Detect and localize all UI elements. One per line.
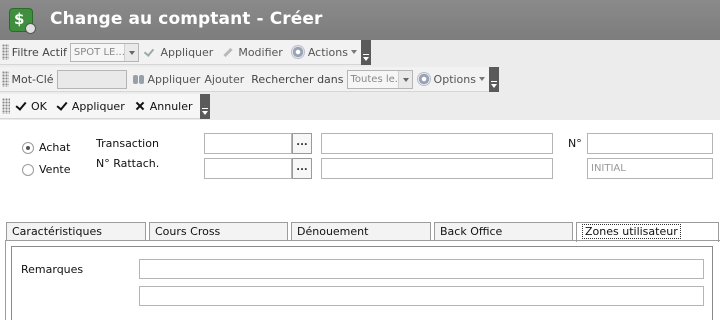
search-in-select[interactable]: Toutes le...: [346, 69, 413, 89]
modify-button[interactable]: Modifier: [221, 45, 282, 59]
radio-button-icon: [22, 163, 34, 176]
toolbar-overflow-button[interactable]: [361, 40, 371, 65]
tab-label: Back Office: [440, 225, 503, 238]
radio-sell[interactable]: Vente: [22, 163, 71, 176]
transaction-description[interactable]: [321, 133, 553, 154]
tab-label: Dénouement: [297, 225, 369, 238]
check-icon: [14, 99, 28, 113]
radio-buy[interactable]: Achat: [22, 141, 70, 154]
number-label: N°: [568, 137, 582, 150]
transaction-label: Transaction: [96, 137, 159, 150]
actions-label: Actions: [307, 45, 348, 59]
ok-button[interactable]: OK: [14, 99, 47, 113]
action-toolbar: OK Appliquer Annuler: [0, 94, 200, 119]
search-apply-button[interactable]: Appliquer: [131, 72, 201, 86]
check-icon: [143, 45, 157, 59]
tab-label: Zones utilisateur: [582, 224, 681, 239]
toolbar-area: Filtre Actif SPOT LE... Appliquer Modifi…: [0, 40, 720, 120]
apply-button[interactable]: Appliquer: [55, 99, 125, 113]
user-zones-panel: Remarques: [11, 246, 713, 320]
filter-apply-button[interactable]: Appliquer: [143, 45, 213, 59]
attachment-lookup-button[interactable]: ...: [292, 158, 312, 179]
options-menu-button[interactable]: Options: [416, 72, 485, 86]
attachment-input[interactable]: [204, 158, 292, 179]
add-button[interactable]: Ajouter: [204, 73, 244, 86]
transaction-lookup-button[interactable]: ...: [292, 133, 312, 154]
search-apply-label: Appliquer: [147, 72, 201, 86]
tab-back-office[interactable]: Back Office: [434, 222, 573, 241]
tab-strip-border: [6, 240, 720, 241]
status-field: INITIAL: [587, 158, 713, 179]
tab-label: Cours Cross: [155, 225, 221, 238]
chevron-down-icon: [397, 70, 412, 88]
toolbar-grip[interactable]: [2, 71, 9, 87]
toolbar-overflow-button[interactable]: [489, 67, 499, 92]
cancel-button[interactable]: Annuler: [133, 99, 193, 113]
actions-menu-button[interactable]: Actions: [290, 45, 357, 59]
caret-down-icon: [479, 77, 485, 81]
cancel-label: Annuler: [149, 99, 193, 113]
radio-sell-label: Vente: [39, 163, 71, 176]
gear-icon: [290, 45, 305, 59]
number-input[interactable]: [587, 133, 713, 154]
apply-label: Appliquer: [71, 99, 125, 113]
close-icon: [133, 99, 147, 113]
chevron-down-icon: [124, 43, 139, 61]
filter-select-value: SPOT LE...: [73, 46, 125, 58]
toolbar-grip[interactable]: [2, 98, 10, 114]
radio-buy-label: Achat: [39, 141, 71, 154]
tab-user-zones[interactable]: Zones utilisateur: [576, 222, 719, 242]
search-toolbar: Mot-Clé Appliquer Ajouter Rechercher dan…: [0, 67, 489, 92]
tab-panel-border: [5, 240, 6, 320]
radio-button-icon: [22, 141, 34, 154]
pencil-icon: [221, 45, 235, 59]
filter-select[interactable]: SPOT LE...: [69, 42, 140, 62]
caret-down-icon: [351, 50, 357, 54]
transaction-input[interactable]: [204, 133, 292, 154]
modify-label: Modifier: [238, 45, 283, 59]
window-title: Change au comptant - Créer: [50, 9, 323, 29]
tab-characteristics[interactable]: Caractéristiques: [6, 222, 146, 241]
keyword-label: Mot-Clé: [11, 72, 54, 86]
tab-cross-rates[interactable]: Cours Cross: [149, 222, 288, 241]
filter-apply-label: Appliquer: [160, 45, 214, 59]
title-bar: $ Change au comptant - Créer: [0, 0, 720, 40]
attachment-label: N° Rattach.: [96, 157, 160, 170]
filter-toolbar: Filtre Actif SPOT LE... Appliquer Modifi…: [0, 40, 361, 65]
toolbar-overflow-button[interactable]: [200, 94, 210, 119]
gear-icon: [416, 72, 431, 86]
filter-label: Filtre Actif: [11, 45, 67, 59]
app-icon: $: [9, 8, 36, 34]
keyword-input[interactable]: [56, 69, 127, 89]
search-in-value: Toutes le...: [350, 73, 405, 85]
search-in-label: Rechercher dans: [251, 72, 344, 86]
check-icon: [55, 99, 69, 113]
options-label: Options: [433, 72, 476, 86]
add-label: Ajouter: [204, 72, 245, 86]
ok-label: OK: [31, 99, 47, 113]
remarks-input-2[interactable]: [139, 286, 704, 306]
remarks-input-1[interactable]: [139, 259, 704, 279]
toolbar-grip[interactable]: [2, 44, 9, 60]
tab-label: Caractéristiques: [12, 225, 102, 238]
remarks-label: Remarques: [21, 263, 84, 276]
tab-settlement[interactable]: Dénouement: [291, 222, 431, 241]
binoculars-icon: [131, 72, 145, 86]
attachment-description[interactable]: [321, 158, 553, 179]
